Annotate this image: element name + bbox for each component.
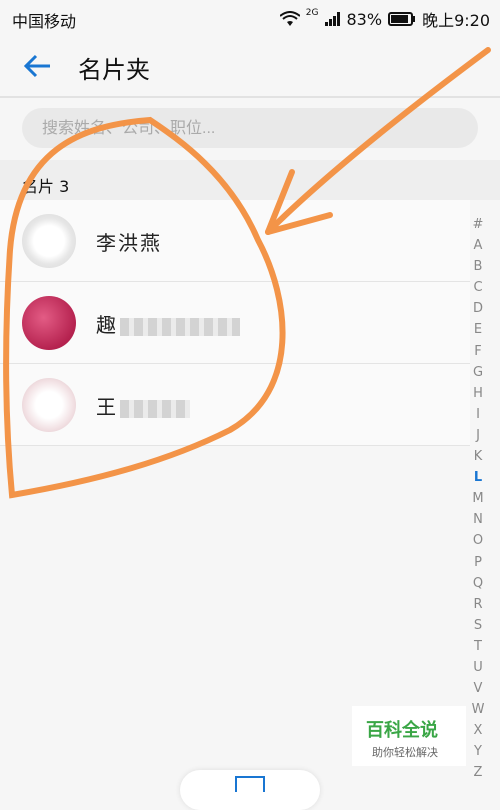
watermark-title: 百科全说 bbox=[366, 720, 438, 741]
index-letter[interactable]: F bbox=[466, 341, 490, 362]
index-letter[interactable]: H bbox=[466, 383, 490, 404]
signal-icon bbox=[324, 12, 340, 26]
index-letter[interactable]: U bbox=[466, 657, 490, 678]
card-name: 王 bbox=[96, 395, 118, 419]
card-name: 趣 bbox=[96, 313, 118, 337]
search-bar[interactable] bbox=[22, 108, 478, 150]
index-letter[interactable]: G bbox=[466, 362, 490, 383]
wifi-icon bbox=[279, 11, 300, 26]
index-letter[interactable]: R bbox=[466, 594, 490, 615]
section-label: 名片 3 bbox=[22, 177, 70, 196]
page-title: 名片夹 bbox=[78, 56, 150, 84]
list-item[interactable]: 趣 bbox=[0, 282, 470, 364]
index-letter[interactable]: I bbox=[466, 404, 490, 425]
list-item[interactable]: 王 bbox=[0, 364, 470, 446]
index-letter[interactable]: X bbox=[466, 720, 490, 741]
scan-card-button[interactable] bbox=[180, 770, 320, 810]
clock: 晚上9:20 bbox=[422, 11, 490, 30]
index-letter[interactable]: C bbox=[466, 277, 490, 298]
index-letter[interactable]: Z bbox=[466, 762, 490, 783]
section-header: 名片 3 bbox=[0, 160, 500, 200]
index-letter[interactable]: T bbox=[466, 636, 490, 657]
index-letter[interactable]: B bbox=[466, 256, 490, 277]
index-letter[interactable]: J bbox=[466, 425, 490, 446]
avatar bbox=[22, 378, 76, 432]
blurred-text bbox=[120, 399, 190, 418]
index-letter[interactable]: N bbox=[466, 509, 490, 530]
index-letter[interactable]: K bbox=[466, 446, 490, 467]
battery-icon bbox=[388, 12, 416, 26]
index-letter[interactable]: P bbox=[466, 552, 490, 573]
app-bar: 名片夹 bbox=[0, 34, 500, 96]
index-letter[interactable]: W bbox=[466, 699, 490, 720]
index-letter[interactable]: Q bbox=[466, 573, 490, 594]
index-letter[interactable]: Y bbox=[466, 741, 490, 762]
status-bar: 中国移动 2G 83% 晚上9:20 bbox=[0, 0, 500, 34]
watermark: 百科全说 助你轻松解决 bbox=[352, 706, 466, 766]
arrow-left-icon[interactable] bbox=[22, 50, 54, 82]
index-letter[interactable]: O bbox=[466, 530, 490, 551]
index-letter[interactable]: V bbox=[466, 678, 490, 699]
avatar bbox=[22, 296, 76, 350]
carrier-label: 中国移动 bbox=[12, 12, 77, 31]
index-letter[interactable]: A bbox=[466, 235, 490, 256]
index-letter[interactable]: L bbox=[466, 467, 490, 488]
status-right: 2G 83% 晚上9:20 bbox=[279, 7, 490, 31]
card-list: 李洪燕 趣 王 bbox=[0, 200, 470, 446]
search-input[interactable] bbox=[40, 108, 444, 150]
index-letter[interactable]: M bbox=[466, 488, 490, 509]
battery-percent: 83% bbox=[346, 9, 383, 29]
card-name-wrap: 王 bbox=[96, 391, 190, 420]
index-letter[interactable]: # bbox=[466, 214, 490, 235]
index-letter[interactable]: D bbox=[466, 298, 490, 319]
blurred-text bbox=[120, 317, 240, 336]
watermark-subtitle: 助你轻松解决 bbox=[372, 746, 438, 759]
card-name: 李洪燕 bbox=[96, 231, 162, 255]
avatar bbox=[22, 214, 76, 268]
alphabet-index[interactable]: # A B C D E F G H I J K L M N O P Q R S T U V W X Y Z bbox=[466, 214, 490, 784]
list-item[interactable]: 李洪燕 bbox=[0, 200, 470, 282]
index-letter[interactable]: S bbox=[466, 615, 490, 636]
network-type-label: 2G bbox=[305, 8, 319, 18]
header-divider bbox=[0, 96, 500, 98]
index-letter[interactable]: E bbox=[466, 319, 490, 340]
card-name-wrap: 趣 bbox=[96, 309, 240, 338]
